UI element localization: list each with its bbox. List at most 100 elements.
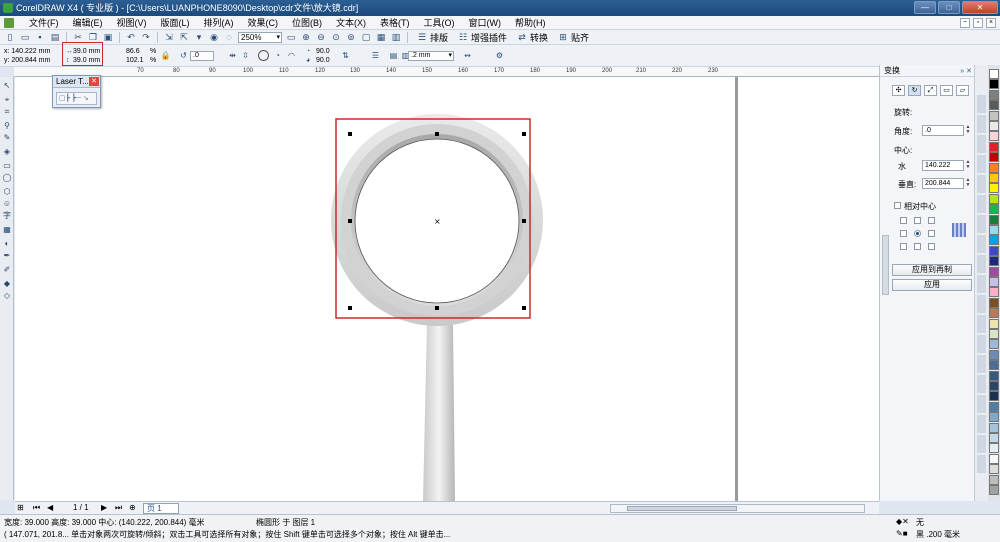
palette-swatch[interactable] <box>989 391 999 402</box>
arc-mode-icon[interactable]: ◠ <box>286 50 297 61</box>
app-launcher-icon[interactable]: ▾ <box>193 32 205 43</box>
direction-icon[interactable]: ⇅ <box>340 50 351 61</box>
palette-swatch[interactable] <box>989 214 999 225</box>
freehand-tool-icon[interactable]: ✎ <box>2 133 12 143</box>
rotate-tab-icon[interactable]: ↻ <box>908 85 921 96</box>
eyedropper-icon[interactable]: ✒ <box>2 251 12 261</box>
convert-button[interactable]: ⇄ 转换 <box>513 31 551 44</box>
paste-icon[interactable]: ▣ <box>102 32 114 43</box>
document-icon[interactable] <box>4 17 14 28</box>
basic-shapes-icon[interactable]: ☺ <box>2 199 12 209</box>
zoom-width-icon[interactable]: ▦ <box>375 32 387 43</box>
magnifier-handle[interactable] <box>423 323 455 501</box>
layout-button[interactable]: ☰ 排版 <box>413 31 451 44</box>
polygon-tool-icon[interactable]: ⬡ <box>2 187 12 197</box>
palette-swatch[interactable] <box>989 266 999 277</box>
side-tab-strip[interactable] <box>977 95 986 475</box>
start-angle-field[interactable]: 90.0 <box>316 47 330 56</box>
zoom-height-icon[interactable]: ▥ <box>390 32 402 43</box>
anchor-middle-left[interactable] <box>900 230 907 237</box>
palette-swatch[interactable] <box>989 443 999 454</box>
angle-input[interactable]: .0 ▲ ▼ <box>922 125 970 136</box>
palette-swatch[interactable] <box>989 485 999 495</box>
zoom-page-icon[interactable]: ▢ <box>360 32 372 43</box>
palette-swatch[interactable] <box>989 121 999 131</box>
palette-swatch[interactable] <box>989 464 999 475</box>
table-tool-icon[interactable]: ▦ <box>2 225 12 235</box>
palette-swatch[interactable] <box>989 89 999 100</box>
palette-swatch[interactable] <box>989 225 999 235</box>
doc-minimize-button[interactable]: − <box>960 17 970 28</box>
enhance-plugin-button[interactable]: ☷ 增强插件 <box>454 31 510 44</box>
snap-button[interactable]: ⊞ 贴齐 <box>554 31 592 44</box>
zoom-in-icon[interactable]: ⊕ <box>300 32 312 43</box>
page-tab[interactable]: 页 1 <box>143 503 179 514</box>
x-position-field[interactable]: x: 140.222 mm <box>4 47 50 56</box>
text-tool-icon[interactable]: 字 <box>2 211 12 221</box>
docker-side-tabs[interactable] <box>974 65 988 501</box>
undo-icon[interactable]: ↶ <box>125 32 137 43</box>
palette-swatch[interactable] <box>989 474 999 485</box>
skew-tab-icon[interactable]: ▱ <box>956 85 969 96</box>
page-nav-icon[interactable]: ⊞ <box>17 503 24 512</box>
first-page-icon[interactable]: ⏮ <box>33 503 40 513</box>
copy-icon[interactable]: ❐ <box>87 32 99 43</box>
rotation-field[interactable]: .0 <box>190 51 214 61</box>
welcome-icon[interactable]: ◉ <box>208 32 220 43</box>
palette-swatch[interactable] <box>989 152 999 163</box>
center-x-input[interactable]: 140.222 ▲ ▼ <box>922 160 970 171</box>
menu-window[interactable]: 窗口(W) <box>462 16 509 29</box>
palette-swatch[interactable] <box>989 308 999 319</box>
menu-table[interactable]: 表格(T) <box>373 16 417 29</box>
export-icon[interactable]: ⇱ <box>178 32 190 43</box>
palette-swatch[interactable] <box>989 183 999 194</box>
laser-tool-buttons[interactable]: ▢┣ ┣─ ↘ <box>56 92 97 105</box>
apply-button[interactable]: 应用 <box>892 279 972 291</box>
menu-tools[interactable]: 工具(O) <box>417 16 462 29</box>
center-y-input[interactable]: 200.844 ▲ ▼ <box>922 178 970 189</box>
scale-width-field[interactable]: 86.6 <box>126 47 140 56</box>
scroll-thumb[interactable] <box>627 506 737 511</box>
palette-swatch[interactable] <box>989 381 999 391</box>
close-button[interactable]: ✕ <box>962 1 998 14</box>
palette-swatch[interactable] <box>989 141 999 152</box>
scale-height-field[interactable]: 102.1 <box>126 56 144 65</box>
menu-help[interactable]: 帮助(H) <box>508 16 553 29</box>
docker-controls-icon[interactable]: » ✕ <box>960 66 972 78</box>
zoom-selected-icon[interactable]: ⊙ <box>330 32 342 43</box>
menu-file[interactable]: 文件(F) <box>22 16 66 29</box>
zoom-combo[interactable]: 250% ▾ <box>238 31 282 43</box>
palette-swatch[interactable] <box>989 245 999 256</box>
palette-swatch[interactable] <box>989 287 999 298</box>
cut-icon[interactable]: ✂ <box>72 32 84 43</box>
full-screen-icon[interactable]: ▭ <box>285 32 297 43</box>
pick-tool-icon[interactable]: ↖ <box>2 81 12 91</box>
palette-swatch[interactable] <box>989 422 999 433</box>
palette-swatch[interactable] <box>989 204 999 215</box>
crop-tool-icon[interactable]: ⌗ <box>2 107 12 117</box>
minimize-button[interactable]: — <box>914 1 936 14</box>
horizontal-scrollbar[interactable] <box>610 504 865 513</box>
interactive-fill-icon[interactable]: ◇ <box>2 291 12 301</box>
palette-swatch[interactable] <box>989 69 999 79</box>
palette-swatch[interactable] <box>989 401 999 412</box>
redo-icon[interactable]: ↷ <box>140 32 152 43</box>
pie-mode-icon[interactable]: ◔ <box>272 50 283 61</box>
apply-to-duplicate-button[interactable]: 应用到再制 <box>892 264 972 276</box>
palette-swatch[interactable] <box>989 173 999 183</box>
rectangle-tool-icon[interactable]: ▭ <box>2 161 12 171</box>
palette-swatch[interactable] <box>989 162 999 173</box>
horizontal-ruler[interactable]: 70 80 90 100 110 120 130 140 150 160 170… <box>14 67 989 77</box>
menu-view[interactable]: 视图(V) <box>110 16 154 29</box>
spinner-icon[interactable]: ▲ ▼ <box>964 125 972 136</box>
zoom-tool-icon[interactable]: ⚲ <box>2 121 12 131</box>
doc-close-button[interactable]: × <box>986 17 996 28</box>
fill-tool-icon[interactable]: ◆ <box>2 279 12 289</box>
interactive-icon[interactable]: ◐ <box>2 239 12 249</box>
palette-swatch[interactable] <box>989 193 999 204</box>
palette-swatch[interactable] <box>989 256 999 267</box>
zoom-out-icon[interactable]: ⊖ <box>315 32 327 43</box>
palette-swatch[interactable] <box>989 453 999 464</box>
menu-bitmaps[interactable]: 位图(B) <box>285 16 329 29</box>
mirror-h-icon[interactable]: ⇹ <box>227 50 238 61</box>
